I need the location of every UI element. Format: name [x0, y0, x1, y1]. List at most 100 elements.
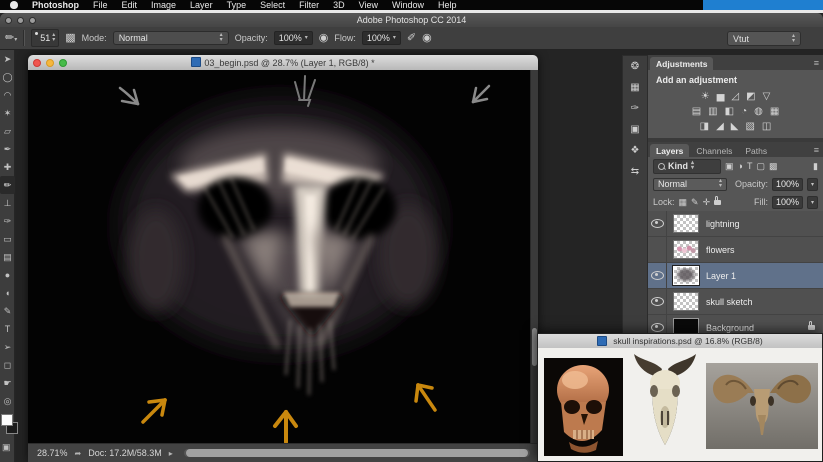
zoom-level-field[interactable]: 28.71%	[37, 448, 68, 458]
tool-healing-brush[interactable]: ✚	[0, 158, 15, 176]
menu-filter[interactable]: Filter	[299, 0, 319, 10]
panel-menu-icon[interactable]: ≡	[814, 145, 819, 155]
posterize-icon[interactable]: ◢	[716, 121, 724, 133]
tool-gradient[interactable]: ▤	[0, 248, 15, 266]
black-white-icon[interactable]: ◧	[725, 106, 734, 118]
workspace-switcher[interactable]: Vtut ▴ ▾	[727, 31, 801, 46]
horizontal-scrollbar[interactable]	[183, 449, 530, 457]
filter-smart-objects-icon[interactable]: ▩	[769, 161, 778, 172]
tool-move[interactable]: ➤	[0, 50, 15, 68]
flow-input[interactable]: 100% ▾	[361, 31, 401, 45]
lock-position-icon[interactable]: ✛	[703, 197, 711, 208]
lock-all-icon[interactable]	[714, 195, 722, 205]
tool-clone-stamp[interactable]: ⊥	[0, 194, 15, 212]
tool-pen[interactable]: ✎	[0, 302, 15, 320]
screen-mode-icon[interactable]: ▣	[2, 442, 11, 453]
document-title-bar[interactable]: 03_begin.psd @ 28.7% (Layer 1, RGB/8) *	[28, 55, 538, 70]
menu-select[interactable]: Select	[260, 0, 285, 10]
menu-help[interactable]: Help	[438, 0, 457, 10]
layer-thumbnail[interactable]	[672, 265, 700, 286]
color-panel-icon[interactable]: ❂	[623, 56, 647, 77]
styles-panel-icon[interactable]: ❖	[623, 140, 647, 161]
menu-image[interactable]: Image	[151, 0, 176, 10]
history-panel-icon[interactable]: ⇆	[623, 161, 647, 182]
layer-name[interactable]: Background	[706, 323, 754, 333]
menu-view[interactable]: View	[359, 0, 378, 10]
lock-transparency-icon[interactable]: ▦	[679, 197, 688, 208]
filter-pixel-layers-icon[interactable]: ▣	[725, 161, 734, 172]
gradient-map-icon[interactable]: ▧	[745, 121, 754, 133]
tool-hand[interactable]: ☛	[0, 374, 15, 392]
menu-photoshop[interactable]: Photoshop	[32, 0, 79, 10]
tool-eraser[interactable]: ▭	[0, 230, 15, 248]
pressure-opacity-icon[interactable]: ◉	[319, 32, 329, 44]
menu-3d[interactable]: 3D	[333, 0, 345, 10]
layer-thumbnail[interactable]	[673, 214, 699, 233]
blend-mode-dropdown[interactable]: Normal ▴ ▾	[112, 31, 229, 45]
pressure-size-icon[interactable]: ◉	[422, 32, 432, 44]
threshold-icon[interactable]: ◣	[731, 121, 739, 133]
status-flyout-icon[interactable]: ▸	[169, 449, 173, 458]
tool-path-selection[interactable]: ➢	[0, 338, 15, 356]
brightness-contrast-icon[interactable]: ☀	[701, 91, 710, 103]
airbrush-toggle-icon[interactable]: ✐	[407, 32, 416, 44]
layer-row-lightning[interactable]: lightning	[648, 211, 823, 237]
doc-size-readout[interactable]: Doc: 17.2M/58.3M	[88, 448, 162, 458]
tool-type[interactable]: T	[0, 320, 15, 338]
filter-toggle-switch[interactable]: ▮	[813, 161, 818, 172]
layer-name[interactable]: skull sketch	[706, 297, 753, 307]
menu-edit[interactable]: Edit	[122, 0, 138, 10]
menu-type[interactable]: Type	[227, 0, 247, 10]
app-title-bar[interactable]: Adobe Photoshop CC 2014	[0, 13, 823, 27]
layer-blend-mode-dropdown[interactable]: Normal ▴ ▾	[653, 177, 727, 191]
layer-thumbnail[interactable]	[673, 240, 699, 259]
brush-presets-panel-icon[interactable]: ✑	[623, 98, 647, 119]
tab-layers[interactable]: Layers	[650, 144, 690, 157]
tool-history-brush[interactable]: ✑	[0, 212, 15, 230]
color-balance-icon[interactable]: ▥	[708, 106, 717, 118]
horizontal-scrollbar-thumb[interactable]	[185, 449, 528, 457]
visibility-toggle[interactable]	[648, 237, 667, 262]
tool-preset-icon[interactable]: ✏▾	[5, 32, 17, 44]
tool-marquee[interactable]: ◯	[0, 68, 15, 86]
menu-layer[interactable]: Layer	[190, 0, 213, 10]
panel-menu-icon[interactable]: ≡	[814, 58, 819, 68]
visibility-toggle[interactable]	[648, 263, 667, 288]
tool-lasso[interactable]: ◠	[0, 86, 15, 104]
hue-saturation-icon[interactable]: ▤	[692, 106, 701, 118]
layer-opacity-arrow[interactable]: ▾	[807, 177, 818, 191]
document-canvas[interactable]	[28, 70, 530, 443]
tab-paths[interactable]: Paths	[739, 144, 773, 157]
apple-logo-icon[interactable]	[10, 1, 18, 9]
lock-pixels-icon[interactable]: ✎	[691, 197, 699, 208]
layer-row-skull-sketch[interactable]: skull sketch	[648, 289, 823, 315]
tool-shape[interactable]: ◻	[0, 356, 15, 374]
tab-channels[interactable]: Channels	[690, 144, 738, 157]
opacity-input[interactable]: 100% ▾	[273, 31, 313, 45]
filter-kind-dropdown[interactable]: Kind ▴ ▾	[653, 158, 721, 174]
layer-name[interactable]: lightning	[706, 219, 740, 229]
exposure-icon[interactable]: ◩	[746, 91, 755, 103]
visibility-toggle[interactable]	[648, 289, 667, 314]
curves-icon[interactable]: ◿	[731, 91, 739, 103]
tool-blur[interactable]: ●	[0, 266, 15, 284]
vibrance-icon[interactable]: ▽	[763, 91, 771, 103]
inspirations-canvas[interactable]	[538, 348, 822, 461]
layer-name[interactable]: flowers	[706, 245, 735, 255]
invert-icon[interactable]: ◨	[700, 121, 709, 133]
layer-fill-input[interactable]: 100%	[771, 195, 803, 209]
filter-adjustment-layers-icon[interactable]: ◑	[738, 161, 743, 171]
inspirations-title-bar[interactable]: skull inspirations.psd @ 16.8% (RGB/8)	[538, 334, 822, 348]
layer-row-layer-1[interactable]: Layer 1	[648, 263, 823, 289]
selective-color-icon[interactable]: ◫	[762, 121, 771, 133]
brush-panel-toggle-icon[interactable]: ▩	[65, 32, 75, 44]
layer-name[interactable]: Layer 1	[706, 271, 736, 281]
swatches-panel-icon[interactable]: ▦	[623, 77, 647, 98]
layer-opacity-input[interactable]: 100%	[771, 177, 803, 191]
tool-eyedropper[interactable]: ✒	[0, 140, 15, 158]
menu-window[interactable]: Window	[392, 0, 424, 10]
channel-mixer-icon[interactable]: ◍	[754, 106, 763, 118]
layer-row-flowers[interactable]: flowers	[648, 237, 823, 263]
tab-adjustments[interactable]: Adjustments	[650, 57, 714, 70]
tool-zoom[interactable]: ◎	[0, 392, 15, 410]
